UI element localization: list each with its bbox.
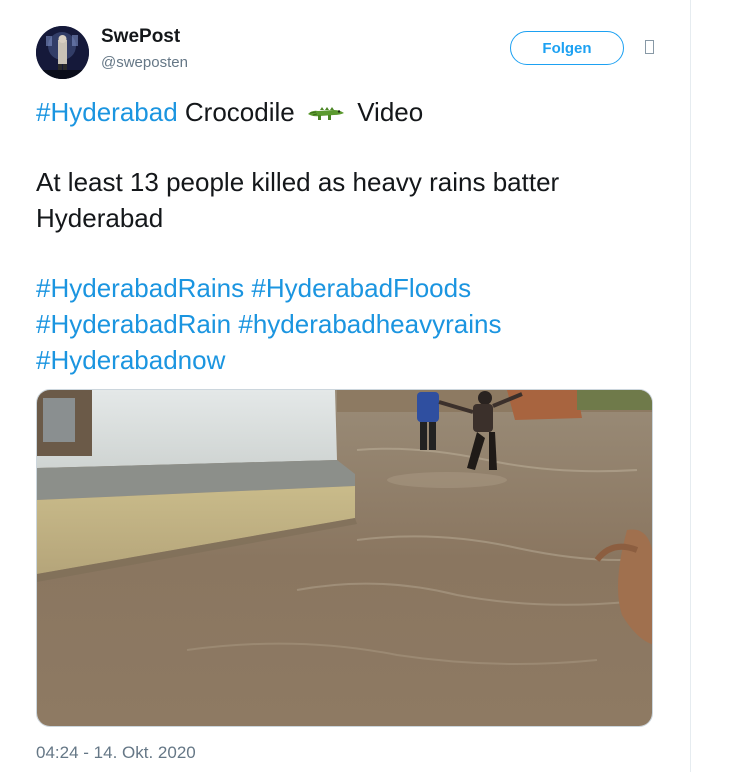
crocodile-icon xyxy=(306,97,346,120)
hashtag-line-1: #HyderabadRains #HyderabadFloods xyxy=(36,270,676,306)
display-name[interactable]: SwePost xyxy=(101,26,180,48)
divider xyxy=(690,0,691,772)
tweet-text: #Hyderabad Crocodile Video At least 13 p… xyxy=(36,94,676,378)
hashtag-link[interactable]: #HyderabadRain xyxy=(36,309,231,339)
follow-button[interactable]: Folgen xyxy=(510,31,624,65)
headline-line-2: Hyderabad xyxy=(36,203,164,233)
headline-line-1: At least 13 people killed as heavy rains… xyxy=(36,167,560,197)
tweet-line-1: #Hyderabad Crocodile Video xyxy=(36,94,676,130)
tweet-word: Video xyxy=(357,97,424,127)
hashtag-link[interactable]: #Hyderabadnow xyxy=(36,345,225,375)
chevron-down-icon[interactable] xyxy=(645,40,654,54)
hashtag-link[interactable]: #hyderabadheavyrains xyxy=(238,309,501,339)
timestamp-date: 14. Okt. 2020 xyxy=(93,743,196,762)
avatar[interactable] xyxy=(36,26,89,79)
user-handle[interactable]: @sweposten xyxy=(101,54,188,71)
hashtag-link[interactable]: #Hyderabad xyxy=(36,97,178,127)
flood-video-thumbnail xyxy=(37,390,652,726)
hashtag-link[interactable]: #HyderabadRains xyxy=(36,273,244,303)
hashtag-line-3: #Hyderabadnow xyxy=(36,342,676,378)
tweet-card: SwePost @sweposten Folgen #Hyderabad Cro… xyxy=(0,0,690,772)
timestamp-time: 04:24 xyxy=(36,743,79,762)
timestamp-separator: - xyxy=(78,743,94,762)
hashtag-line-2: #HyderabadRain #hyderabadheavyrains xyxy=(36,306,676,342)
video-thumbnail[interactable] xyxy=(36,389,653,727)
tweet-word: Crocodile xyxy=(184,97,295,127)
avatar-image xyxy=(36,26,89,79)
hashtag-link[interactable]: #HyderabadFloods xyxy=(251,273,471,303)
tweet-timestamp[interactable]: 04:24 - 14. Okt. 2020 xyxy=(36,743,196,763)
